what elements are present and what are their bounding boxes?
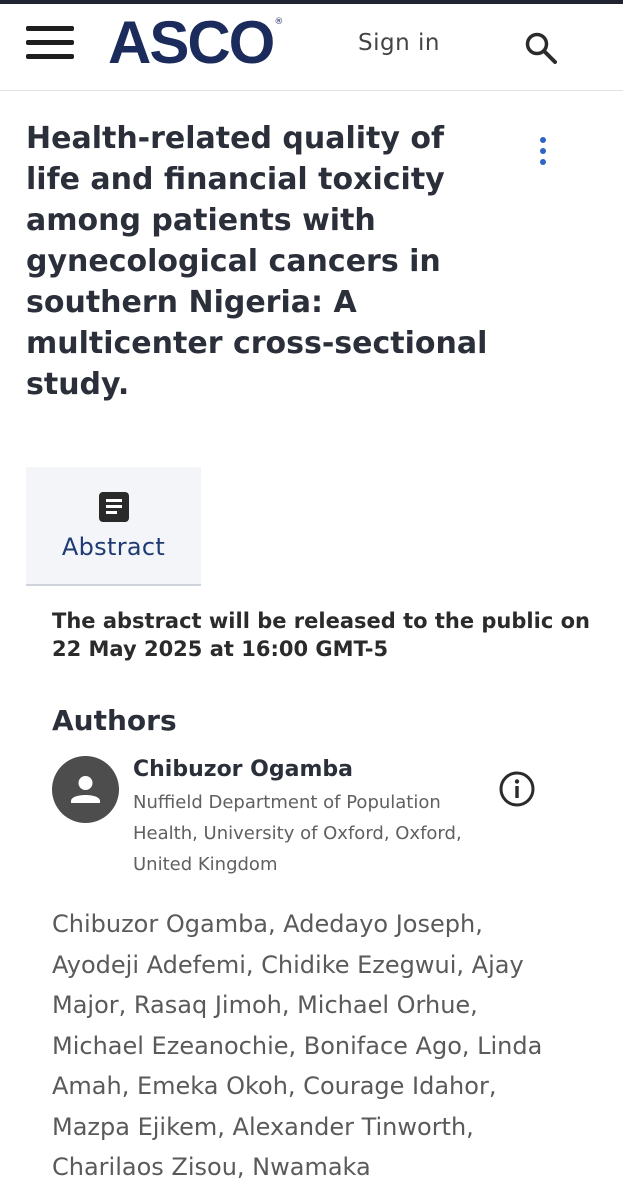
author-avatar[interactable] [52,756,119,823]
person-icon [71,776,100,803]
site-header: ASCO ® Sign in [0,4,623,91]
more-vertical-icon[interactable] [532,136,554,168]
logo-text: ASCO [108,8,275,76]
author-name[interactable]: Chibuzor Ogamba [133,757,353,782]
tab-abstract[interactable]: Abstract [26,467,201,586]
sign-in-link[interactable]: Sign in [358,30,440,56]
author-list: Chibuzor Ogamba, Adedayo Joseph, Ayodeji… [52,910,543,1181]
menu-icon[interactable] [26,22,74,62]
search-icon[interactable] [524,31,558,65]
author-affiliation: Nuffield Department of Population Health… [133,792,462,875]
asco-logo[interactable]: ASCO ® [108,7,283,77]
registered-mark: ® [274,17,284,27]
tab-abstract-label: Abstract [61,533,166,561]
abstract-release-notice: The abstract will be released to the pub… [52,609,590,661]
page: ASCO ® Sign in Health-related quality of… [0,0,623,1200]
info-icon[interactable] [498,770,536,808]
authors-heading: Authors [52,704,177,737]
article-title: Health-related quality of life and finan… [26,121,488,402]
article-icon [99,492,129,522]
